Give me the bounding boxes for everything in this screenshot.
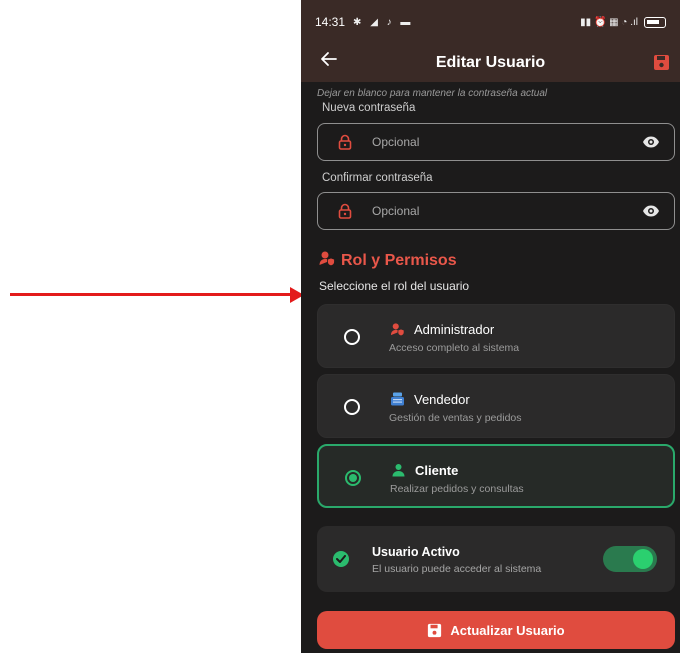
lock-icon [338, 134, 352, 150]
phone-screen: 14:31 ✱ ◢ ♪ ▬ ▮▮ ⏰ ▦ ◔ .ıl Editar Usuari… [301, 0, 680, 653]
role-name: Vendedor [414, 392, 470, 407]
toggle-knob [633, 549, 653, 569]
notification-icons: ✱ ◢ ♪ ▬ [353, 16, 414, 28]
battery-icon [644, 16, 666, 28]
eye-icon[interactable] [642, 135, 660, 149]
update-user-label: Actualizar Usuario [450, 622, 565, 638]
role-name: Cliente [415, 463, 459, 478]
user-active-toggle[interactable] [603, 546, 657, 572]
update-user-button[interactable]: Actualizar Usuario [317, 611, 675, 649]
radio-button[interactable] [344, 399, 360, 415]
role-option-cliente[interactable]: Cliente Realizar pedidos y consultas [317, 444, 675, 508]
check-circle-icon [333, 551, 349, 567]
roles-section-title-text: Rol y Permisos [341, 251, 457, 269]
app-bar: Editar Usuario [301, 44, 680, 82]
user-active-card: Usuario Activo El usuario puede acceder … [317, 526, 675, 592]
user-shield-icon [319, 250, 335, 271]
user-active-title: Usuario Activo [372, 545, 460, 559]
arrow-left-icon[interactable] [319, 49, 343, 73]
roles-subtitle: Seleccione el rol del usuario [319, 279, 470, 293]
role-option-vendedor[interactable]: Vendedor Gestión de ventas y pedidos [317, 374, 675, 438]
new-password-placeholder: Opcional [372, 135, 420, 149]
person-icon [391, 463, 406, 477]
eye-icon[interactable] [642, 204, 660, 218]
lock-icon [338, 203, 352, 219]
status-bar: 14:31 ✱ ◢ ♪ ▬ ▮▮ ⏰ ▦ ◔ .ıl [301, 0, 680, 44]
radio-button-selected[interactable] [345, 470, 361, 486]
new-password-label: Nueva contraseña [322, 102, 416, 114]
system-status-icons: ▮▮ ⏰ ▦ ◔ .ıl [580, 16, 638, 28]
page-title: Editar Usuario [435, 54, 546, 71]
role-description: Gestión de ventas y pedidos [389, 412, 522, 424]
confirm-password-field[interactable]: Opcional [317, 192, 675, 230]
confirm-password-label: Confirmar contraseña [322, 172, 433, 184]
radio-button[interactable] [344, 329, 360, 345]
role-description: Realizar pedidos y consultas [390, 483, 524, 495]
status-time: 14:31 [315, 15, 346, 29]
save-icon [428, 623, 442, 637]
confirm-password-placeholder: Opcional [372, 204, 420, 218]
role-option-administrador[interactable]: Administrador Acceso completo al sistema [317, 304, 675, 368]
user-active-description: El usuario puede acceder al sistema [372, 563, 542, 575]
role-description: Acceso completo al sistema [389, 342, 520, 354]
roles-section-title: Rol y Permisos [319, 250, 457, 271]
save-icon[interactable] [653, 54, 670, 71]
annotation-arrow-line [10, 293, 293, 296]
role-name: Administrador [414, 322, 495, 337]
system-icons: ▮▮ ⏰ ▦ ◔ .ıl [580, 16, 666, 28]
new-password-field[interactable]: Opcional [317, 123, 675, 161]
vendor-badge-icon [390, 392, 405, 406]
password-hint: Dejar en blanco para mantener la contras… [317, 88, 548, 99]
admin-shield-icon [390, 322, 405, 337]
